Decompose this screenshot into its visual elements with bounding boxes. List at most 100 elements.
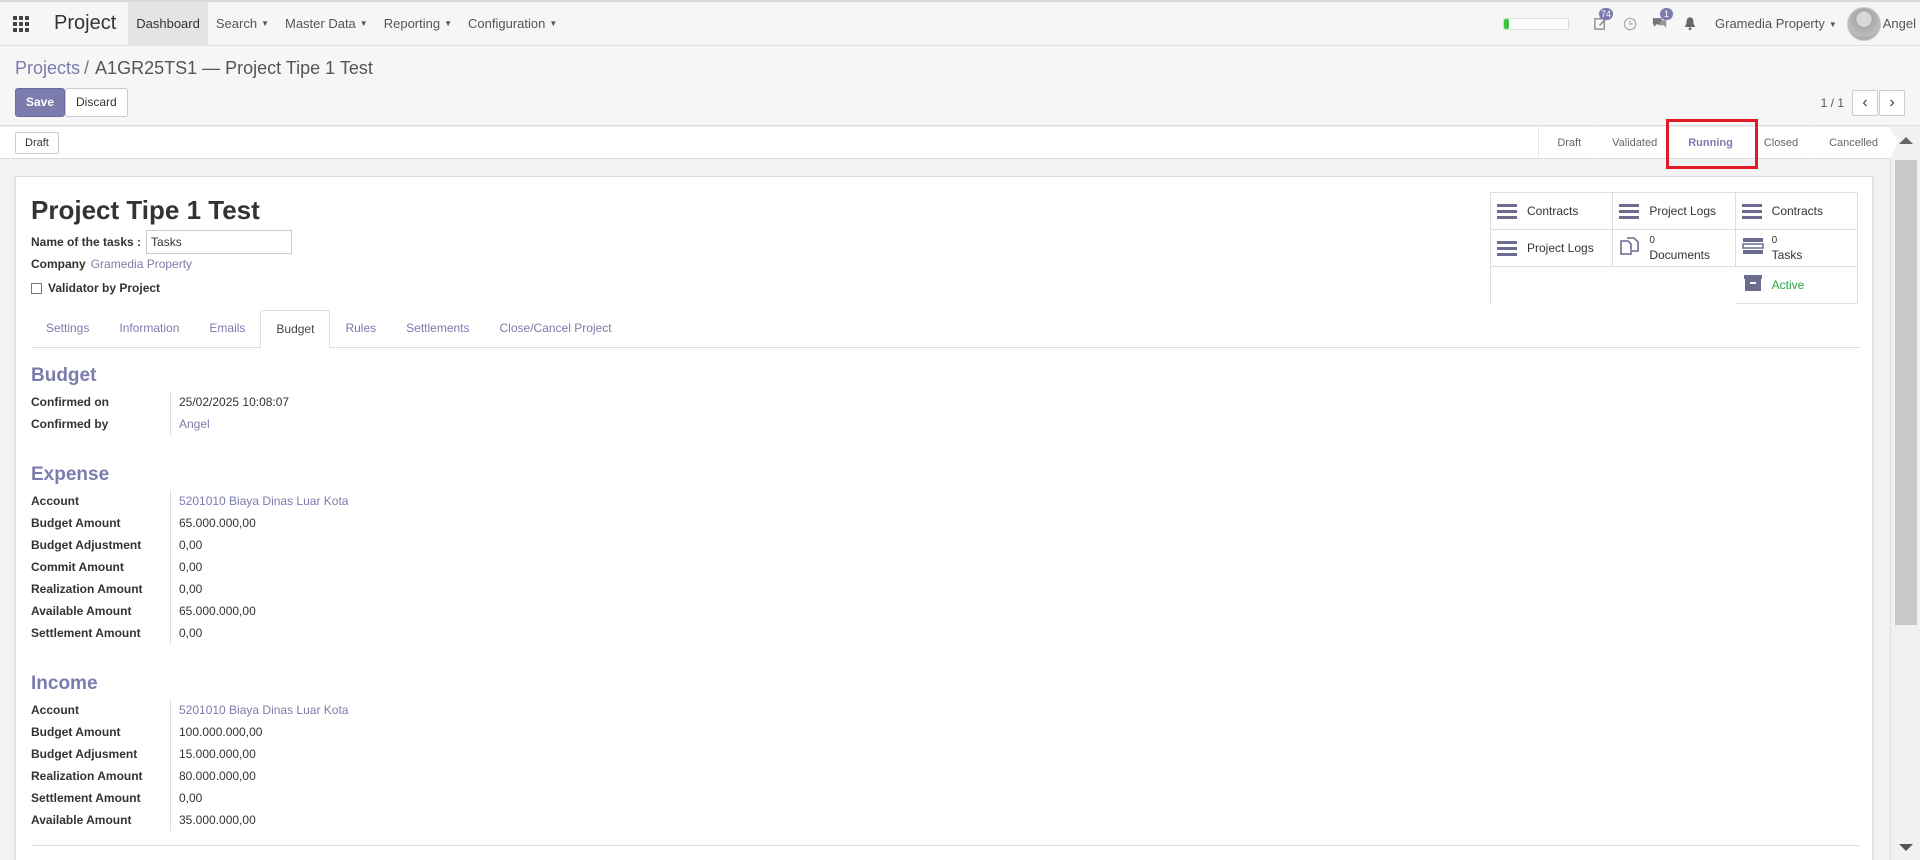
field-label: Commit Amount — [31, 556, 171, 578]
pager-next-button[interactable]: › — [1879, 90, 1905, 116]
company-name: Gramedia Property — [1715, 16, 1825, 31]
tab-budget[interactable]: Budget — [260, 310, 331, 348]
avatar[interactable] — [1846, 6, 1881, 41]
scroll-down-arrow-icon[interactable] — [1899, 844, 1913, 851]
scrollbar[interactable] — [1890, 127, 1920, 860]
field-label: Confirmed by — [31, 413, 171, 435]
field-link[interactable]: Angel — [171, 417, 210, 431]
company-link[interactable]: Gramedia Property — [91, 257, 192, 271]
menu-item-configuration[interactable]: Configuration ▼ — [460, 2, 565, 46]
tab-close-cancel-project[interactable]: Close/Cancel Project — [485, 310, 627, 348]
field-value: 25/02/2025 10:08:07 — [179, 395, 290, 409]
pager-previous-button[interactable]: ‹ — [1852, 90, 1878, 116]
field-value: 15.000.000,00 — [179, 747, 256, 761]
income-row-available-amount: Available Amount 35.000.000,00 — [31, 809, 431, 831]
field-value: 65.000.000,00 — [179, 604, 256, 618]
field-label: Realization Amount — [31, 765, 171, 787]
list-icon — [1741, 203, 1764, 219]
budget-section-title: Budget — [31, 365, 97, 386]
smart-button-project-logs[interactable]: Project Logs — [1491, 230, 1614, 267]
company-field: Company Gramedia Property — [31, 257, 192, 271]
company-switcher[interactable]: Gramedia Property ▼ — [1705, 16, 1847, 31]
notebook-tabs: Settings Information Emails Budget Rules Sett… — [31, 310, 1859, 348]
tab-rules[interactable]: Rules — [330, 310, 391, 348]
budget-row-confirmed-on: Confirmed on 25/02/2025 10:08:07 — [31, 391, 431, 413]
tasks-name-label: Name of the tasks : — [31, 235, 142, 249]
expense-row-settlement-amount: Settlement Amount 0,00 — [31, 622, 431, 644]
income-section-title: Income — [31, 673, 98, 694]
chevron-down-icon: ▼ — [261, 19, 269, 29]
activity-badge: 74 — [1598, 7, 1613, 20]
menu-item-label: Search — [215, 15, 258, 31]
field-label: Settlement Amount — [31, 622, 171, 644]
smart-button-spacer — [1491, 267, 1613, 304]
field-value: 80.000.000,00 — [179, 769, 256, 783]
smart-button-project-logs[interactable]: Project Logs — [1613, 193, 1736, 230]
field-link[interactable]: 5201010 Biaya Dinas Luar Kota — [171, 494, 348, 508]
project-title: Project Tipe 1 Test — [31, 195, 260, 225]
smart-button-label: Project Logs — [1649, 204, 1717, 218]
smart-button-stat: 0 Tasks — [1772, 234, 1803, 262]
smart-button-contracts[interactable]: Contracts — [1735, 193, 1858, 230]
tab-settings[interactable]: Settings — [31, 310, 104, 348]
field-value: 0,00 — [179, 791, 203, 805]
income-row-settlement-amount: Settlement Amount 0,00 — [31, 787, 431, 809]
field-label: Available Amount — [31, 809, 171, 831]
main-menu: Dashboard Search ▼ Master Data ▼ Reporting ▼ Co… — [128, 1, 565, 46]
section-divider — [31, 845, 1859, 846]
smart-button-stat: 0 Documents — [1649, 234, 1710, 262]
field-label: Budget Adjustment — [31, 534, 171, 556]
app-name[interactable]: Project — [42, 12, 128, 35]
breadcrumb-separator: / — [84, 58, 90, 78]
breadcrumb-projects-link[interactable]: Projects — [15, 58, 80, 78]
expense-row-budget-amount: Budget Amount 65.000.000,00 — [31, 512, 431, 534]
bell-icon[interactable] — [1675, 2, 1705, 46]
clock-icon[interactable] — [1615, 2, 1645, 46]
field-value: 35.000.000,00 — [179, 813, 256, 827]
list-icon — [1497, 203, 1519, 219]
smart-button-label: Contracts — [1527, 204, 1579, 218]
user-name[interactable]: Angel — [1883, 16, 1916, 31]
messages-badge: 1 — [1660, 7, 1673, 20]
chat-icon[interactable]: 1 — [1645, 2, 1675, 46]
field-link[interactable]: 5201010 Biaya Dinas Luar Kota — [171, 703, 348, 717]
tasks-name-input[interactable]: Tasks — [146, 230, 293, 254]
apps-grid-icon[interactable] — [0, 2, 42, 46]
save-button[interactable]: Save — [15, 88, 66, 117]
expense-row-available-amount: Available Amount 65.000.000,00 — [31, 600, 431, 622]
stage-validated[interactable]: Validated — [1593, 127, 1678, 159]
scroll-up-arrow-icon[interactable] — [1899, 137, 1913, 144]
control-panel: Projects / A1GR25TS1 — Project Tipe 1 Test… — [0, 46, 1920, 126]
activity-icon[interactable]: 74 — [1585, 2, 1615, 46]
stage-cancelled[interactable]: Cancelled — [1810, 127, 1898, 159]
smart-button-label: Tasks — [1771, 248, 1803, 262]
stage-draft[interactable]: Draft — [1538, 127, 1601, 159]
scroll-thumb[interactable] — [1895, 160, 1917, 625]
menu-item-label: Dashboard — [136, 15, 200, 31]
discard-button[interactable]: Discard — [65, 88, 128, 117]
menu-item-search[interactable]: Search ▼ — [208, 2, 277, 46]
company-label: Company — [31, 257, 86, 271]
list-icon — [1619, 203, 1641, 219]
smart-button-documents[interactable]: 0 Documents — [1613, 230, 1736, 267]
tab-settlements[interactable]: Settlements — [391, 310, 484, 348]
set-draft-button[interactable]: Draft — [15, 132, 59, 154]
menu-item-reporting[interactable]: Reporting ▼ — [376, 2, 460, 46]
smart-button-active[interactable]: Active — [1735, 267, 1858, 304]
tasks-name-field: Name of the tasks : Tasks — [31, 230, 293, 254]
expense-section-title: Expense — [31, 464, 110, 485]
validator-checkbox[interactable] — [31, 282, 42, 294]
field-label: Account — [31, 699, 171, 721]
breadcrumb-current: A1GR25TS1 — Project Tipe 1 Test — [95, 58, 373, 78]
chevron-down-icon: ▼ — [1828, 20, 1837, 30]
list-icon — [1497, 240, 1519, 256]
smart-button-contracts[interactable]: Contracts — [1491, 193, 1614, 230]
menu-item-dashboard[interactable]: Dashboard — [128, 1, 208, 46]
menu-item-master-data[interactable]: Master Data ▼ — [277, 2, 376, 46]
chevron-down-icon: ▼ — [444, 19, 453, 29]
smart-button-tasks[interactable]: 0 Tasks — [1735, 230, 1858, 267]
tab-information[interactable]: Information — [104, 310, 194, 348]
field-label: Budget Amount — [31, 512, 171, 534]
field-label: Available Amount — [31, 600, 171, 622]
tab-emails[interactable]: Emails — [194, 310, 260, 348]
